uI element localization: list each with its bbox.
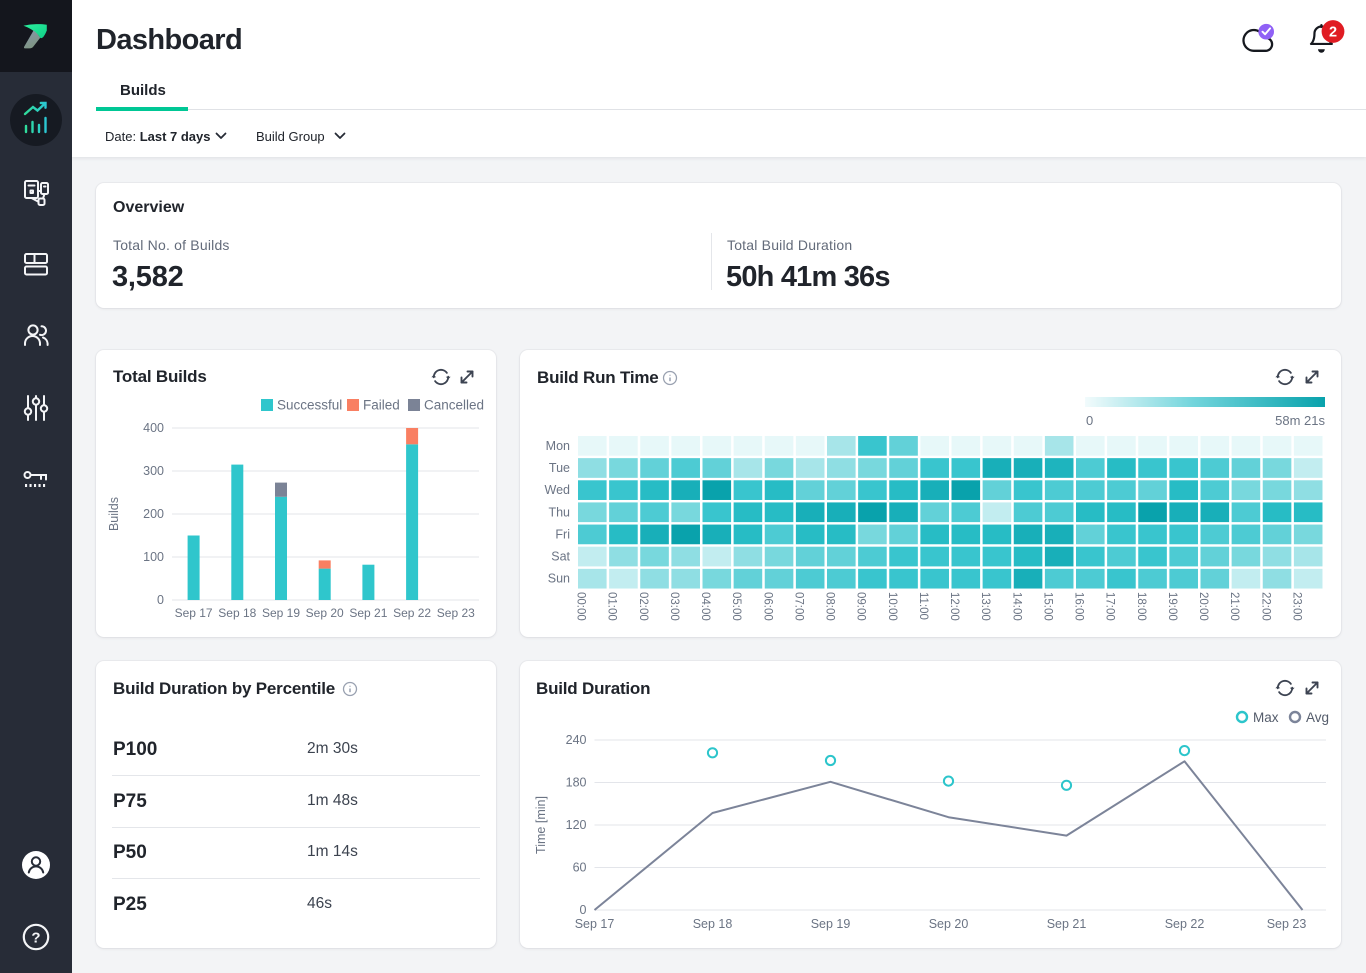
svg-text:09:00: 09:00 — [855, 592, 867, 621]
svg-text:Sep 22: Sep 22 — [393, 606, 431, 620]
svg-text:17:00: 17:00 — [1104, 592, 1116, 621]
svg-text:05:00: 05:00 — [730, 592, 742, 621]
svg-text:Failed: Failed — [363, 398, 400, 413]
svg-text:14:00: 14:00 — [1010, 592, 1022, 621]
svg-text:240: 240 — [566, 733, 587, 747]
svg-text:22:00: 22:00 — [1259, 592, 1271, 621]
svg-text:58m 21s: 58m 21s — [1275, 413, 1325, 428]
svg-text:Sep 21: Sep 21 — [349, 606, 387, 620]
svg-text:04:00: 04:00 — [699, 592, 711, 621]
svg-text:03:00: 03:00 — [668, 592, 680, 621]
svg-text:0: 0 — [1086, 413, 1093, 428]
svg-text:Sep 22: Sep 22 — [1165, 917, 1205, 931]
svg-text:Sat: Sat — [551, 550, 570, 564]
svg-text:Thu: Thu — [548, 505, 570, 519]
svg-text:Time [min]: Time [min] — [534, 796, 548, 854]
svg-text:400: 400 — [143, 421, 164, 435]
svg-text:00:00: 00:00 — [575, 592, 587, 621]
svg-text:100: 100 — [143, 550, 164, 564]
svg-text:01:00: 01:00 — [606, 592, 618, 621]
svg-text:60: 60 — [573, 861, 587, 875]
svg-text:10:00: 10:00 — [886, 592, 898, 621]
svg-text:Sep 19: Sep 19 — [262, 606, 300, 620]
svg-text:08:00: 08:00 — [824, 592, 836, 621]
svg-text:19:00: 19:00 — [1166, 592, 1178, 621]
svg-text:120: 120 — [566, 818, 587, 832]
svg-text:20:00: 20:00 — [1197, 592, 1209, 621]
svg-text:Sep 17: Sep 17 — [575, 917, 615, 931]
svg-text:200: 200 — [143, 507, 164, 521]
svg-text:0: 0 — [580, 903, 587, 917]
svg-text:13:00: 13:00 — [979, 592, 991, 621]
svg-text:300: 300 — [143, 464, 164, 478]
svg-text:?: ? — [31, 930, 40, 947]
svg-text:Wed: Wed — [545, 483, 571, 497]
svg-text:Tue: Tue — [549, 461, 570, 475]
svg-text:Sep 23: Sep 23 — [1267, 917, 1307, 931]
svg-text:12:00: 12:00 — [948, 592, 960, 621]
svg-text:Builds: Builds — [107, 497, 121, 531]
svg-text:180: 180 — [566, 776, 587, 790]
svg-text:18:00: 18:00 — [1135, 592, 1147, 621]
svg-text:06:00: 06:00 — [761, 592, 773, 621]
svg-text:Sep 18: Sep 18 — [693, 917, 733, 931]
svg-text:Max: Max — [1253, 710, 1279, 725]
svg-text:Sep 21: Sep 21 — [1047, 917, 1087, 931]
svg-text:Avg: Avg — [1306, 710, 1329, 725]
svg-text:Cancelled: Cancelled — [424, 398, 484, 413]
svg-text:11:00: 11:00 — [917, 592, 929, 620]
svg-text:02:00: 02:00 — [637, 592, 649, 621]
svg-text:07:00: 07:00 — [793, 592, 805, 621]
svg-text:0: 0 — [157, 593, 164, 607]
svg-text:15:00: 15:00 — [1042, 592, 1054, 621]
svg-text:2: 2 — [1329, 25, 1337, 41]
svg-text:Sep 20: Sep 20 — [306, 606, 344, 620]
svg-text:16:00: 16:00 — [1073, 592, 1085, 621]
svg-text:Sep 19: Sep 19 — [811, 917, 851, 931]
svg-text:Sep 18: Sep 18 — [218, 606, 256, 620]
svg-text:21:00: 21:00 — [1228, 592, 1240, 621]
svg-text:Fri: Fri — [555, 527, 570, 541]
svg-text:Sep 23: Sep 23 — [437, 606, 475, 620]
svg-text:Sun: Sun — [548, 572, 570, 586]
svg-text:Sep 17: Sep 17 — [175, 606, 213, 620]
svg-text:Successful: Successful — [277, 398, 342, 413]
svg-text:Mon: Mon — [546, 439, 570, 453]
svg-text:Sep 20: Sep 20 — [929, 917, 969, 931]
svg-text:23:00: 23:00 — [1291, 592, 1303, 621]
